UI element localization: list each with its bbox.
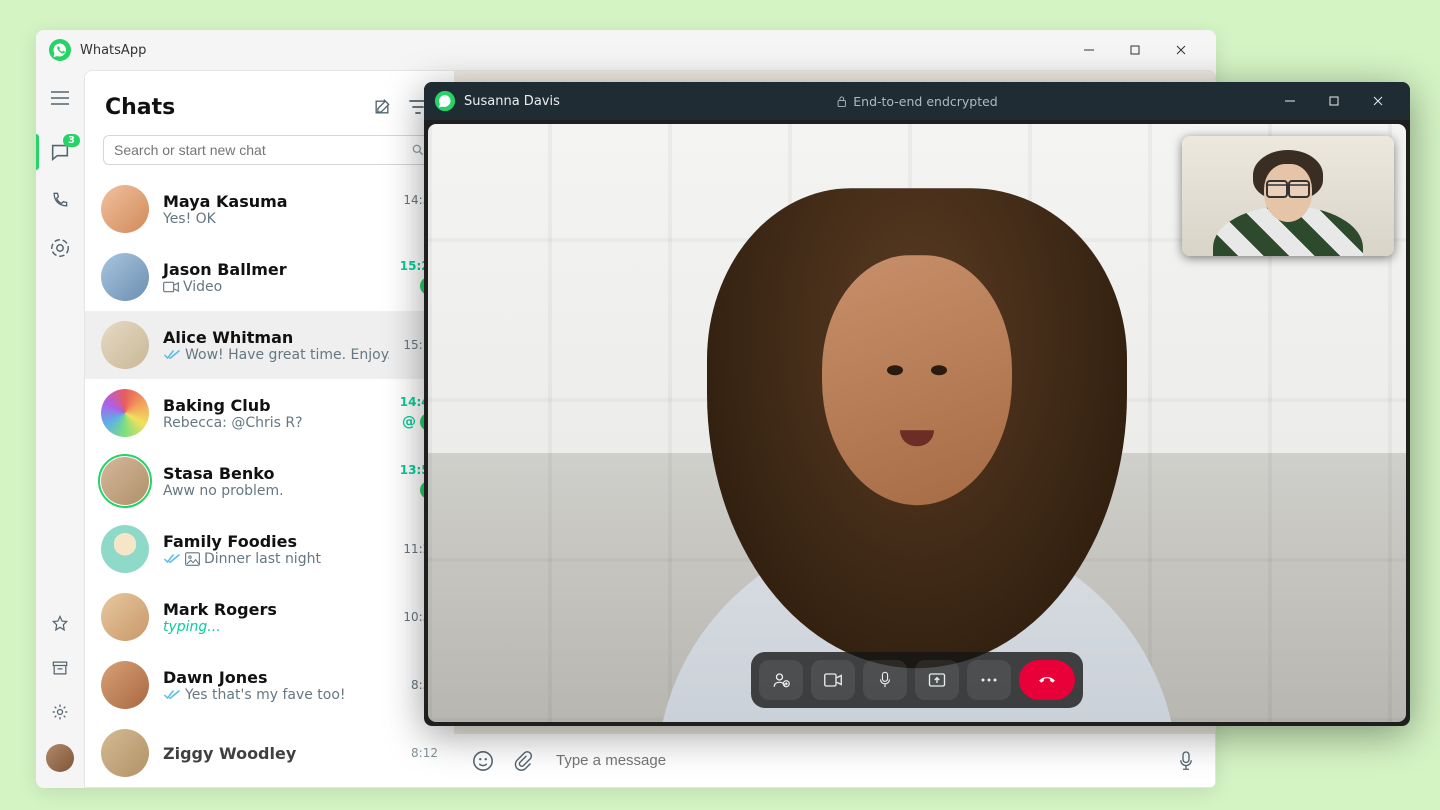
new-chat-button[interactable]: [366, 91, 398, 123]
avatar: [101, 457, 149, 505]
chat-item[interactable]: Maya Kasuma Yes! OK 14:55: [85, 175, 454, 243]
search-field[interactable]: [103, 135, 436, 165]
search-wrap: [85, 135, 454, 175]
call-maximize-button[interactable]: [1312, 82, 1356, 120]
encryption-label: End-to-end endcrypted: [836, 94, 998, 109]
avatar: [101, 729, 149, 777]
chat-item[interactable]: Dawn Jones Yes that's my fave too! 8:33: [85, 651, 454, 719]
chat-list-header: Chats: [85, 71, 454, 135]
video-icon: [163, 281, 179, 293]
chat-preview: Yes that's my fave too!: [163, 687, 397, 703]
message-input[interactable]: [552, 744, 1157, 777]
chat-name: Jason Ballmer: [163, 260, 386, 279]
chat-item[interactable]: Alice Whitman Wow! Have great time. Enjo…: [85, 311, 454, 379]
chat-preview: Rebecca: @Chris R?: [163, 415, 386, 431]
share-screen-button[interactable]: [915, 660, 959, 700]
attach-button[interactable]: [512, 750, 534, 772]
chat-name: Maya Kasuma: [163, 192, 389, 211]
chat-list[interactable]: Maya Kasuma Yes! OK 14:55 Jason Ballmer: [85, 175, 454, 787]
chat-item[interactable]: Ziggy Woodley 8:12: [85, 719, 454, 787]
avatar: [101, 185, 149, 233]
call-peer-name: Susanna Davis: [464, 94, 560, 109]
avatar: [101, 525, 149, 573]
end-call-button[interactable]: [1019, 660, 1075, 700]
close-button[interactable]: [1158, 30, 1204, 70]
whatsapp-logo-icon: [48, 38, 72, 62]
call-minimize-button[interactable]: [1268, 82, 1312, 120]
window-controls: [1066, 30, 1204, 70]
rail-archive-button[interactable]: [48, 656, 72, 680]
image-icon: [185, 552, 200, 566]
chat-name: Stasa Benko: [163, 464, 386, 483]
emoji-button[interactable]: [472, 750, 494, 772]
chat-list-heading: Chats: [105, 95, 362, 120]
read-ticks-icon: [163, 553, 181, 565]
nav-rail: 3: [36, 70, 84, 788]
avatar: [101, 661, 149, 709]
chat-item[interactable]: Stasa Benko Aww no problem. 13:59 2: [85, 447, 454, 515]
avatar: [101, 253, 149, 301]
avatar: [101, 321, 149, 369]
chat-name: Mark Rogers: [163, 600, 389, 619]
titlebar: WhatsApp: [36, 30, 1216, 70]
composer: [454, 734, 1215, 787]
read-ticks-icon: [163, 689, 181, 701]
avatar: [101, 593, 149, 641]
video-call-window: Susanna Davis End-to-end endcrypted: [424, 82, 1410, 726]
chat-name: Family Foodies: [163, 532, 389, 551]
rail-status-button[interactable]: [48, 236, 72, 260]
chat-preview: Yes! OK: [163, 211, 389, 227]
call-titlebar: Susanna Davis End-to-end endcrypted: [424, 82, 1410, 120]
call-stage: [428, 124, 1406, 722]
rail-menu-button[interactable]: [48, 86, 72, 110]
rail-chats-button[interactable]: 3: [48, 140, 72, 164]
toggle-video-button[interactable]: [811, 660, 855, 700]
mention-icon: @: [402, 414, 416, 430]
rail-chats-badge: 3: [63, 134, 80, 147]
minimize-button[interactable]: [1066, 30, 1112, 70]
rail-starred-button[interactable]: [48, 612, 72, 636]
chat-item[interactable]: Mark Rogers typing... 10:59: [85, 583, 454, 651]
chat-item[interactable]: Jason Ballmer Video 15:27 3: [85, 243, 454, 311]
whatsapp-logo-icon: [434, 90, 456, 112]
rail-profile-avatar[interactable]: [46, 744, 74, 772]
chat-preview: Video: [163, 279, 386, 295]
call-controls: [751, 652, 1083, 708]
toggle-mic-button[interactable]: [863, 660, 907, 700]
rail-calls-button[interactable]: [48, 188, 72, 212]
chat-list-panel: Chats Maya Kasuma Yes! OK: [84, 70, 454, 788]
chat-preview: Wow! Have great time. Enjoy.: [163, 347, 389, 363]
read-ticks-icon: [163, 349, 181, 361]
maximize-button[interactable]: [1112, 30, 1158, 70]
search-input[interactable]: [114, 142, 411, 158]
call-window-controls: [1268, 82, 1400, 120]
chat-preview: Dinner last night: [163, 551, 389, 567]
add-participant-button[interactable]: [759, 660, 803, 700]
rail-bottom: [46, 612, 74, 788]
chat-preview: Aww no problem.: [163, 483, 386, 499]
rail-settings-button[interactable]: [48, 700, 72, 724]
chat-item[interactable]: Family Foodies Dinner last night 11:27: [85, 515, 454, 583]
chat-item[interactable]: Baking Club Rebecca: @Chris R? 14:44 @ 1: [85, 379, 454, 447]
chat-name: Alice Whitman: [163, 328, 389, 347]
search-icon: [411, 143, 425, 157]
chat-name: Dawn Jones: [163, 668, 397, 687]
chat-preview: typing...: [163, 619, 389, 635]
avatar: [101, 389, 149, 437]
chat-name: Ziggy Woodley: [163, 744, 397, 763]
chat-name: Baking Club: [163, 396, 386, 415]
chat-time: 8:12: [411, 746, 438, 760]
call-close-button[interactable]: [1356, 82, 1400, 120]
mic-button[interactable]: [1175, 750, 1197, 772]
more-options-button[interactable]: [967, 660, 1011, 700]
self-preview[interactable]: [1182, 136, 1394, 256]
app-title: WhatsApp: [80, 43, 146, 58]
lock-icon: [836, 95, 847, 108]
